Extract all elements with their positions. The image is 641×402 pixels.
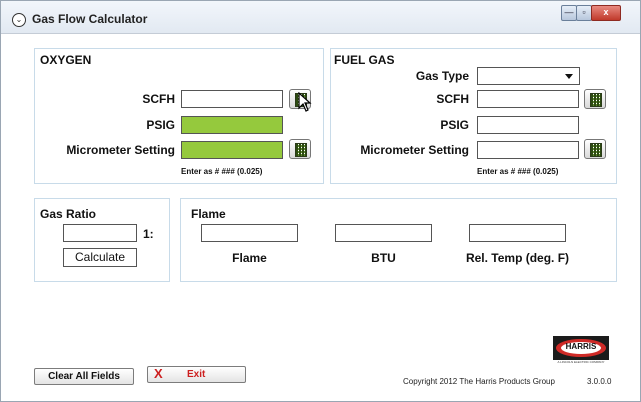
close-button[interactable]: x — [591, 5, 621, 21]
calculate-button[interactable]: Calculate — [63, 248, 137, 267]
gas-type-dropdown[interactable] — [477, 67, 580, 85]
gas-ratio-suffix: 1: — [143, 227, 154, 241]
mouse-cursor-icon — [298, 92, 312, 112]
gas-ratio-title: Gas Ratio — [40, 207, 97, 221]
oxygen-panel: OXYGEN SCFH PSIG Micrometer Setting Ente… — [34, 48, 324, 184]
fuel-gas-title: FUEL GAS — [334, 53, 395, 67]
rel-temp-column-label: Rel. Temp (deg. F) — [465, 251, 570, 265]
fuel-scfh-input[interactable] — [477, 90, 579, 108]
btu-column-label: BTU — [371, 251, 396, 265]
app-window: ⌄ Gas Flow Calculator — ▫ x OXYGEN SCFH … — [0, 0, 641, 402]
oxygen-hint: Enter as # ### (0.025) — [181, 167, 263, 176]
fuel-psig-label: PSIG — [440, 118, 469, 132]
oxygen-scfh-input[interactable] — [181, 90, 283, 108]
fuel-gas-panel: FUEL GAS Gas Type SCFH PSIG Micrometer S… — [330, 48, 617, 184]
gas-type-label: Gas Type — [415, 69, 469, 83]
exit-x-icon: X — [154, 366, 163, 381]
oxygen-psig-input[interactable] — [181, 116, 283, 134]
oxygen-scfh-label: SCFH — [142, 92, 175, 106]
window-title: Gas Flow Calculator — [32, 12, 148, 26]
flame-title: Flame — [191, 207, 226, 221]
app-icon[interactable]: ⌄ — [12, 13, 26, 27]
rel-temp-output[interactable] — [469, 224, 566, 242]
maximize-button[interactable]: ▫ — [576, 5, 592, 21]
title-bar: ⌄ Gas Flow Calculator — ▫ x — [1, 1, 640, 34]
fuel-scfh-calculator-icon[interactable] — [584, 89, 606, 109]
version-text: 3.0.0.0 — [587, 377, 612, 386]
logo-text: HARRIS — [565, 342, 597, 351]
fuel-micrometer-input[interactable] — [477, 141, 579, 159]
btu-output[interactable] — [335, 224, 432, 242]
chevron-down-icon — [565, 74, 573, 79]
flame-output[interactable] — [201, 224, 298, 242]
oxygen-micrometer-label: Micrometer Setting — [66, 143, 175, 157]
oxygen-micrometer-calculator-icon[interactable] — [289, 139, 311, 159]
fuel-scfh-label: SCFH — [436, 92, 469, 106]
gas-ratio-input[interactable] — [63, 224, 137, 242]
flame-column-label: Flame — [232, 251, 267, 265]
exit-label: Exit — [187, 369, 206, 380]
oxygen-title: OXYGEN — [40, 53, 92, 67]
fuel-micrometer-label: Micrometer Setting — [360, 143, 469, 157]
flame-panel: Flame Flame BTU Rel. Temp (deg. F) — [180, 198, 617, 282]
minimize-button[interactable]: — — [561, 5, 577, 21]
gas-ratio-panel: Gas Ratio 1: Calculate — [34, 198, 170, 282]
logo-subtext: A LINCOLN ELECTRIC COMPANY — [557, 360, 605, 364]
oxygen-psig-label: PSIG — [146, 118, 175, 132]
copyright-text: Copyright 2012 The Harris Products Group — [403, 377, 555, 386]
harris-logo: HARRIS A LINCOLN ELECTRIC COMPANY — [553, 336, 609, 366]
fuel-psig-input[interactable] — [477, 116, 579, 134]
fuel-micrometer-calculator-icon[interactable] — [584, 139, 606, 159]
exit-button[interactable]: X Exit — [147, 366, 246, 383]
oxygen-micrometer-input[interactable] — [181, 141, 283, 159]
clear-all-fields-button[interactable]: Clear All Fields — [34, 368, 134, 385]
fuel-hint: Enter as # ### (0.025) — [477, 167, 559, 176]
